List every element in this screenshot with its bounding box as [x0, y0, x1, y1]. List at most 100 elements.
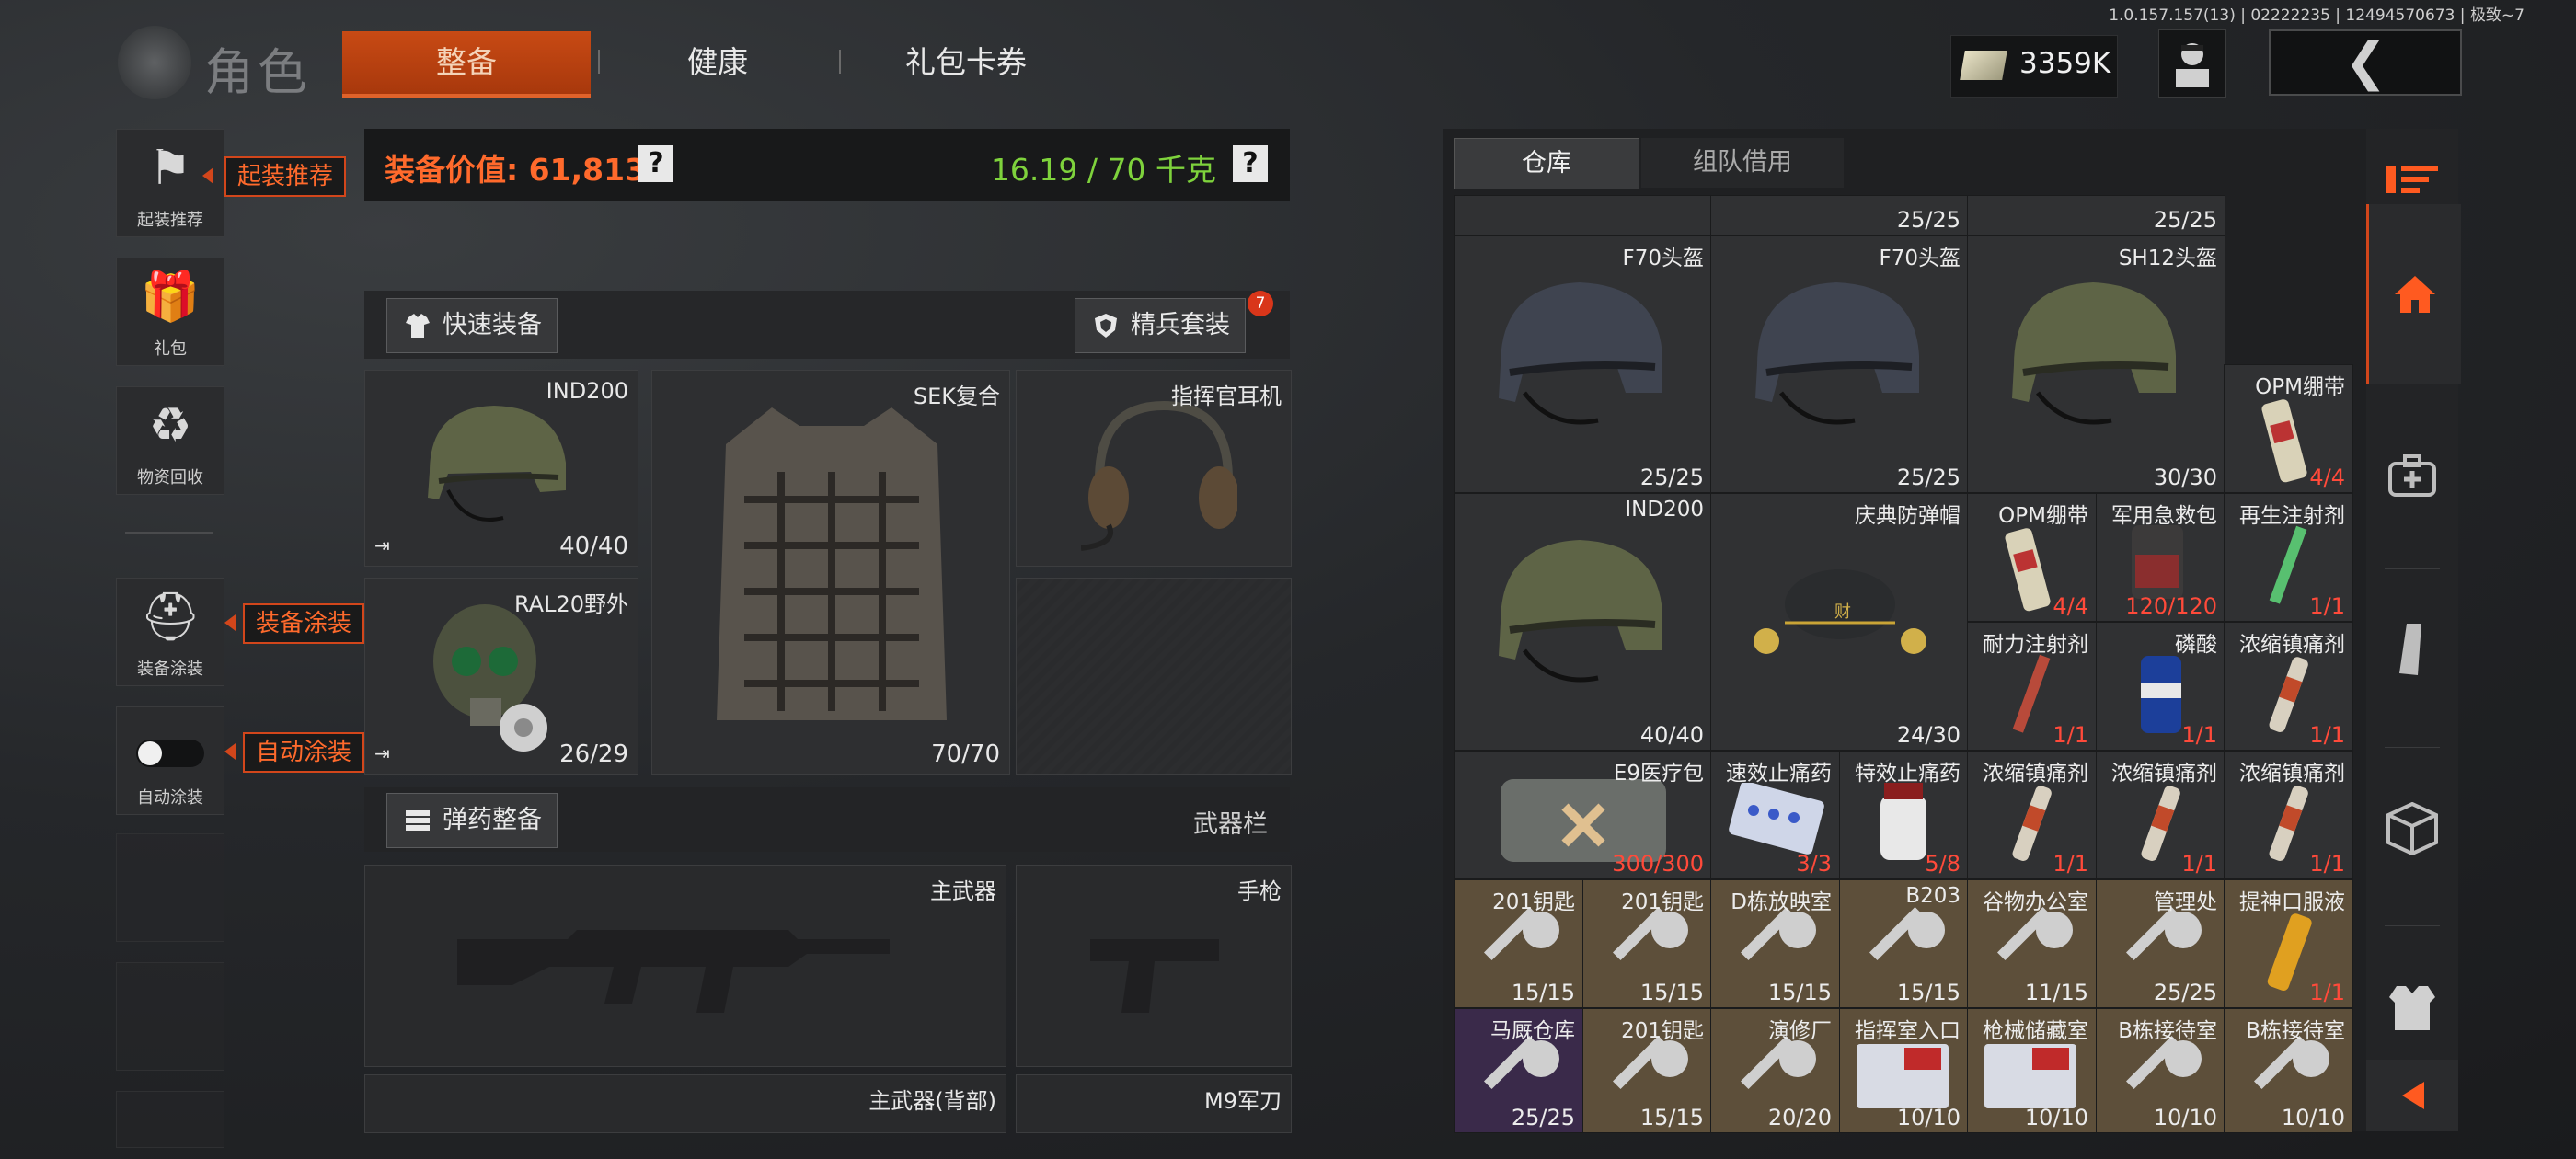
tab-equip[interactable]: 整备	[342, 31, 591, 98]
elite-set-label: 精兵套装	[1131, 311, 1230, 339]
medkit-icon[interactable]	[2366, 425, 2458, 526]
storage-item[interactable]: 管理处 25/25	[2096, 879, 2225, 1008]
storage-item[interactable]: 浓缩镇痛剂 1/1	[2224, 751, 2353, 879]
storage-item[interactable]: D栋放映室 15/15	[1710, 879, 1840, 1008]
armor-name: SEK复合	[913, 384, 1000, 409]
tab-gift-cards[interactable]: 礼包卡券	[874, 31, 1058, 94]
soldier-avatar-icon	[2176, 43, 2209, 87]
tip-recommend: 起装推荐	[224, 156, 347, 197]
storage-item[interactable]: 浓缩镇痛剂 1/1	[2096, 751, 2225, 879]
storage-item[interactable]: 201钥匙 15/15	[1582, 879, 1712, 1008]
back-weapon-slot[interactable]: 主武器(背部)	[364, 1074, 1006, 1133]
storage-item[interactable]: 浓缩镇痛剂 1/1	[1967, 751, 2097, 879]
sidebar-item-paint[interactable]: ⛑ 装备涂装	[116, 578, 224, 686]
storage-item[interactable]: B栋接待室 10/10	[2096, 1008, 2225, 1133]
vest-icon[interactable]	[2366, 957, 2458, 1058]
elite-set-button[interactable]: 精兵套装	[1075, 298, 1246, 353]
storage-item[interactable]: 磷酸 1/1	[2096, 622, 2225, 751]
armor-slot[interactable]: SEK复合 70/70	[651, 370, 1010, 775]
storage-item[interactable]: B203 15/15	[1839, 879, 1969, 1008]
home-icon[interactable]	[2366, 204, 2461, 384]
storage-item[interactable]: 指挥室入口 10/10	[1839, 1008, 1969, 1133]
storage-item[interactable]: 谷物办公室 11/15	[1967, 879, 2097, 1008]
storage-item[interactable]: 再生注射剂 1/1	[2224, 493, 2353, 622]
storage-item[interactable]: 速效止痛药 3/3	[1710, 751, 1840, 879]
profile-button[interactable]	[2158, 29, 2226, 98]
auto-paint-toggle[interactable]	[136, 740, 204, 767]
storage-item-count: 1/1	[2181, 851, 2217, 877]
tab-team-borrow[interactable]: 组队借用	[1641, 138, 1844, 188]
back-button[interactable]: ❮	[2269, 29, 2462, 96]
storage-item-count: 120/120	[2125, 593, 2217, 619]
storage-item-count: 25/25	[1896, 465, 1961, 490]
storage-item-count: 1/1	[2309, 851, 2345, 877]
armor-vest-image	[717, 407, 947, 720]
storage-item[interactable]: F70头盔 25/25	[1710, 235, 1969, 493]
tab-warehouse[interactable]: 仓库	[1454, 138, 1639, 189]
storage-item-name: 磷酸	[2175, 633, 2217, 657]
pistol-slot[interactable]: 手枪	[1016, 865, 1292, 1067]
loadout-value: 装备价值: 61,813	[385, 152, 647, 188]
storage-item[interactable]: OPM绷带 4/4	[1967, 493, 2097, 622]
storage-item[interactable]: 201钥匙 15/15	[1454, 879, 1583, 1008]
weight-help-button[interactable]: ?	[1233, 145, 1268, 182]
sidebar-item-gift[interactable]: 🎁 礼包	[116, 258, 224, 366]
storage-item[interactable]: 演修厂 20/20	[1710, 1008, 1840, 1133]
storage-item-name: 马厩仓库	[1490, 1019, 1575, 1043]
storage-item[interactable]: 25/25	[1710, 195, 1969, 235]
primary-weapon-slot[interactable]: 主武器	[364, 865, 1006, 1067]
tab-health[interactable]: 健康	[635, 31, 800, 94]
value-help-button[interactable]: ?	[638, 145, 673, 182]
storage-item-name: 提神口服液	[2239, 890, 2345, 914]
pistol-silhouette-icon	[1090, 939, 1219, 1013]
weapon-bar-label: 武器栏	[1193, 810, 1268, 839]
primary-weapon-label: 主武器	[930, 878, 996, 904]
shirt-icon	[406, 314, 430, 338]
storage-item-count: 1/1	[2309, 980, 2345, 1005]
melee-slot[interactable]: M9军刀	[1016, 1074, 1292, 1133]
storage-item-count: 4/4	[2053, 593, 2088, 619]
storage-item[interactable]: 提神口服液 1/1	[2224, 879, 2353, 1008]
storage-item[interactable]: 浓缩镇痛剂 1/1	[2224, 622, 2353, 751]
storage-item[interactable]: 马厩仓库 25/25	[1454, 1008, 1583, 1133]
collapse-arrow-icon[interactable]	[2366, 1060, 2458, 1131]
headset-image	[1081, 400, 1237, 551]
melee-label: M9军刀	[1204, 1088, 1282, 1114]
quick-equip-button[interactable]: 快速装备	[386, 298, 558, 353]
gas-mask-image	[433, 604, 547, 752]
storage-item-name: 谷物办公室	[1983, 890, 2088, 914]
storage-item[interactable]: OPM绷带 4/4	[2224, 364, 2353, 493]
currency-display[interactable]: 3359K	[1950, 35, 2118, 98]
nav-separator	[2385, 925, 2440, 926]
sidebar-item-label: 物资回收	[137, 468, 203, 488]
storage-item[interactable]: 25/25	[1967, 195, 2225, 235]
storage-item[interactable]: IND200 40/40	[1454, 493, 1712, 751]
storage-item-name: OPM绷带	[2255, 375, 2345, 399]
storage-item[interactable]: SH12头盔 30/30	[1967, 235, 2225, 493]
storage-item[interactable]: F70头盔 25/25	[1454, 235, 1712, 493]
sidebar-item-recycle[interactable]: ♻ 物资回收	[116, 386, 224, 495]
mask-slot[interactable]: RAL20野外 ⇥ 26/29	[364, 578, 638, 775]
tab-separator	[598, 50, 600, 74]
helmet-slot[interactable]: IND200 ⇥ 40/40	[364, 370, 638, 567]
paint-helmet-icon: ⛑	[139, 590, 201, 645]
page-title: 角色	[204, 43, 311, 101]
box-icon[interactable]	[2366, 778, 2458, 879]
magazine-icon[interactable]	[2366, 598, 2458, 699]
storage-item[interactable]: B栋接待室 10/10	[2224, 1008, 2353, 1133]
storage-item[interactable]	[1454, 195, 1712, 235]
pistol-label: 手枪	[1237, 878, 1282, 904]
storage-item[interactable]: 特效止痛药 5/8	[1839, 751, 1969, 879]
storage-item-name: 演修厂	[1768, 1019, 1832, 1043]
storage-item[interactable]: E9医疗包 300/300	[1454, 751, 1712, 879]
empty-gear-slot[interactable]	[1016, 578, 1292, 775]
headset-slot[interactable]: 指挥官耳机	[1016, 370, 1292, 567]
ammo-prep-button[interactable]: 弹药整备	[386, 793, 558, 848]
storage-item-name: F70头盔	[1622, 247, 1705, 270]
storage-item[interactable]: 枪械储藏室 10/10	[1967, 1008, 2097, 1133]
storage-item[interactable]: 耐力注射剂 1/1	[1967, 622, 2097, 751]
storage-item[interactable]: 财 庆典防弹帽 24/30	[1710, 493, 1969, 751]
storage-item-count: 30/30	[2153, 465, 2217, 490]
storage-item[interactable]: 军用急救包 120/120	[2096, 493, 2225, 622]
storage-item[interactable]: 201钥匙 15/15	[1582, 1008, 1712, 1133]
